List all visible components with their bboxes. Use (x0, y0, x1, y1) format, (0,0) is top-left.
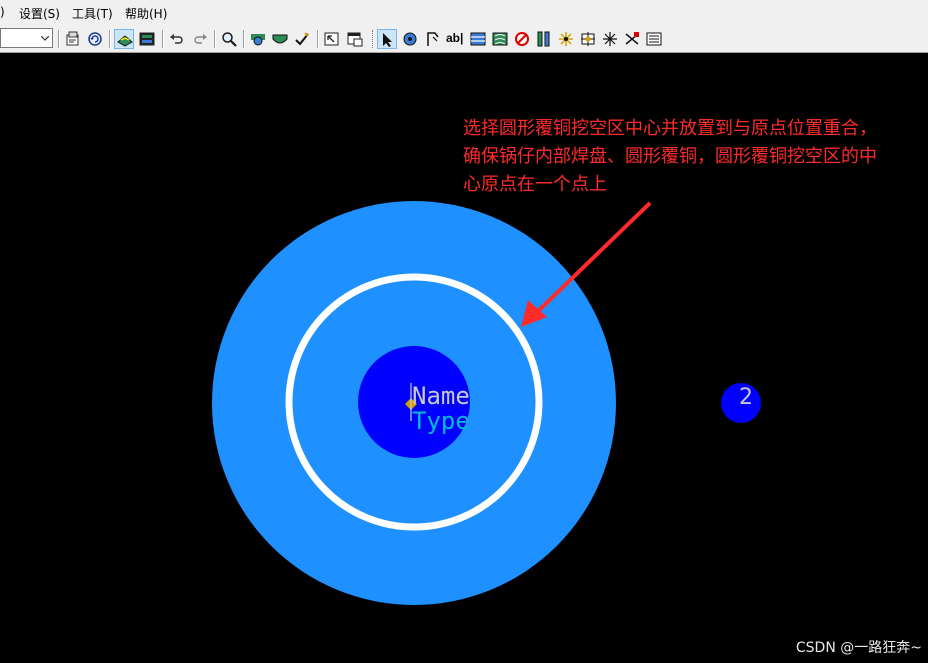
pcb-canvas[interactable]: Name Type 2 选择圆形覆铜挖空区中心并放置到与原点位置重合，确保锅仔内… (0, 53, 928, 663)
pcb-editor-window: ) 设置(S) 工具(T) 帮助(H) ab| Name Type 2 选择圆形… (0, 0, 928, 663)
array-button[interactable] (622, 29, 642, 49)
menu-item-partial[interactable]: ) (0, 5, 5, 19)
menu-item-settings[interactable]: 设置(S) (19, 5, 60, 22)
anchor-button[interactable] (556, 29, 576, 49)
select-window-button[interactable] (322, 29, 342, 49)
refresh-icon (88, 32, 102, 46)
redo-button[interactable] (190, 29, 210, 49)
copper-cutout-button[interactable] (490, 29, 510, 49)
board-outline-icon (272, 34, 288, 44)
menu-item-tools[interactable]: 工具(T) (72, 5, 113, 22)
pad-type-label: Type (412, 407, 470, 435)
pad-2-number: 2 (739, 385, 753, 410)
watermark: CSDN @一路狂奔~ (795, 640, 922, 656)
list-icon (646, 32, 662, 46)
list-button[interactable] (644, 29, 664, 49)
line-tool-button[interactable] (423, 29, 443, 49)
copper-cutout-icon (492, 32, 508, 46)
toolbar: ab| (0, 26, 928, 53)
copper-hatch-icon (470, 32, 486, 46)
redraw-button[interactable] (85, 29, 105, 49)
menu-item-help[interactable]: 帮助(H) (125, 5, 167, 22)
undo-button[interactable] (167, 29, 187, 49)
window-icon (347, 32, 363, 47)
pointer-arrow-icon (383, 33, 392, 47)
properties-icon (66, 31, 79, 46)
line-draw-icon (427, 32, 439, 46)
redo-icon (194, 34, 207, 44)
text-tool-label: ab| (446, 31, 464, 45)
snap-button[interactable] (600, 29, 620, 49)
menubar: ) 设置(S) 工具(T) 帮助(H) (0, 0, 928, 26)
view-button[interactable] (248, 29, 268, 49)
pad-name-label: Name (412, 382, 470, 410)
dimension-button[interactable] (534, 29, 554, 49)
properties-button[interactable] (63, 29, 83, 49)
undo-icon (170, 34, 183, 44)
snap-star-icon (603, 32, 617, 46)
layers-icon (139, 32, 155, 46)
zoom-button[interactable] (219, 29, 239, 49)
pen-check-icon (295, 32, 309, 46)
origin-button[interactable] (578, 29, 598, 49)
layer-view-icon (117, 35, 133, 47)
keepout-button[interactable] (512, 29, 532, 49)
design-rules-button[interactable] (114, 29, 134, 49)
flood-button[interactable] (270, 29, 290, 49)
magnifier-icon (222, 32, 237, 47)
layer-select[interactable] (0, 28, 53, 48)
copper-tool-button[interactable] (468, 29, 488, 49)
chevron-down-icon[interactable] (38, 29, 52, 47)
select-tool-button[interactable] (377, 29, 397, 49)
prohibit-icon (515, 32, 529, 46)
ruler-icon (537, 31, 550, 47)
origin-marker-icon (581, 32, 595, 46)
selection-frame-icon (324, 32, 339, 46)
pad-tool-button[interactable] (400, 29, 420, 49)
pad-icon (403, 32, 417, 46)
window-button[interactable] (345, 29, 365, 49)
text-tool-button[interactable]: ab| (445, 29, 467, 49)
verify-button[interactable] (292, 29, 312, 49)
starburst-icon (559, 32, 573, 46)
annotation-text: 选择圆形覆铜挖空区中心并放置到与原点位置重合，确保锅仔内部焊盘、圆形覆铜，圆形覆… (463, 118, 877, 195)
eye-board-icon (251, 34, 265, 46)
layer-setup-button[interactable] (137, 29, 157, 49)
array-icon (625, 32, 639, 45)
